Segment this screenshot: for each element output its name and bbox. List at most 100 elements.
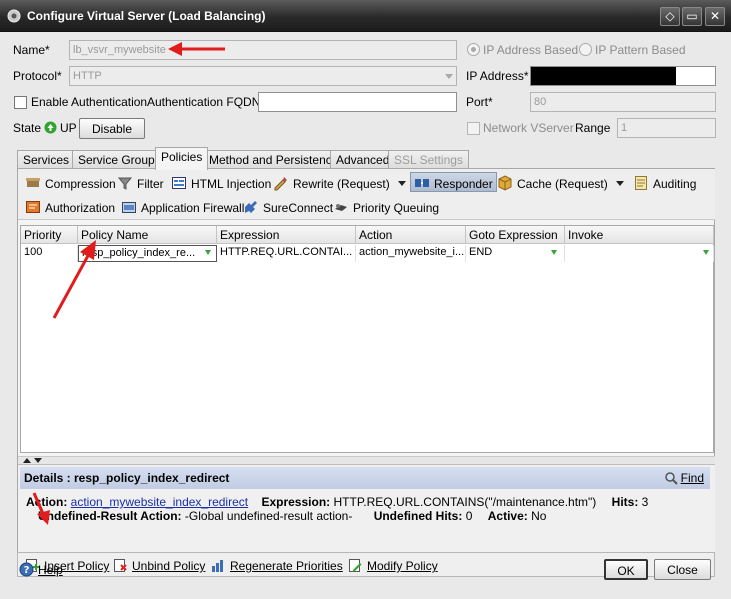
annotation-arrow-name — [168, 42, 225, 56]
filter-button[interactable]: Filter — [114, 173, 167, 193]
window-title: Configure Virtual Server (Load Balancing… — [27, 9, 266, 23]
help-link[interactable]: ? Help — [19, 562, 63, 577]
annotation-arrow-policy — [52, 240, 96, 319]
restore-icon[interactable]: ◇ — [660, 7, 680, 26]
ip-address-input[interactable] — [530, 66, 716, 86]
action-cell[interactable]: action_mywebsite_i... — [356, 245, 466, 262]
protocol-select[interactable]: HTTP — [69, 66, 457, 86]
modify-policy-button[interactable]: Modify Policy — [345, 556, 441, 576]
tab-service-groups[interactable]: Service Groups — [72, 150, 167, 169]
ip-pattern-based-label: IP Pattern Based — [595, 43, 686, 57]
expression-cell[interactable]: HTTP.REQ.URL.CONTAI... — [217, 245, 356, 262]
splitter[interactable] — [18, 456, 715, 464]
tab-policies[interactable]: Policies — [155, 147, 209, 170]
ip-address-based-radio[interactable] — [467, 43, 480, 56]
port-field[interactable]: 80 — [530, 92, 716, 112]
details-pane: Details : resp_policy_index_redirect Fin… — [18, 464, 715, 552]
authentication-fqdn-input[interactable] — [258, 92, 457, 112]
details-line-2: Undefined-Result Action: -Global undefin… — [38, 509, 546, 523]
chevron-down-icon — [615, 181, 624, 186]
rewrite-icon — [274, 177, 287, 191]
responder-button[interactable]: Responder — [410, 172, 497, 192]
tab-ssl-settings[interactable]: SSL Settings — [388, 150, 469, 169]
details-line-1: Action: action_mywebsite_index_redirect … — [26, 495, 648, 509]
rewrite-request-button[interactable]: Rewrite (Request) — [270, 173, 409, 193]
redacted-block — [531, 67, 676, 85]
network-vserver-label: Network VServer — [483, 121, 574, 135]
authorization-button[interactable]: Authorization — [22, 197, 118, 217]
search-icon — [664, 472, 678, 485]
auditing-icon — [635, 176, 647, 190]
range-field[interactable]: 1 — [617, 118, 716, 138]
invoke-cell[interactable] — [565, 245, 714, 262]
network-vserver-checkbox[interactable] — [467, 122, 480, 135]
authorization-icon — [26, 201, 40, 213]
range-label: Range — [575, 121, 611, 135]
filter-label: Filter — [137, 177, 164, 191]
responder-icon — [415, 179, 429, 187]
sureconnect-button[interactable]: SureConnect — [240, 197, 336, 217]
column-header-invoke[interactable]: Invoke — [565, 226, 714, 244]
goto-dropdown-icon[interactable] — [551, 250, 557, 255]
policy-table: Priority Policy Name Expression Action G… — [20, 225, 714, 453]
close-icon[interactable]: ✕ — [705, 7, 725, 26]
ip-pattern-based-radio[interactable] — [579, 43, 592, 56]
tab-advanced[interactable]: Advanced — [330, 150, 396, 169]
sureconnect-icon — [245, 201, 257, 213]
undefined-hits-value: 0 — [465, 509, 473, 523]
compression-button[interactable]: Compression — [22, 173, 119, 193]
expression-label: Expression: — [261, 495, 331, 509]
sureconnect-label: SureConnect — [263, 201, 334, 215]
html-injection-label: HTML Injection — [191, 177, 272, 191]
action-link[interactable]: action_mywebsite_index_redirect — [71, 495, 248, 509]
cache-request-label: Cache (Request) — [517, 177, 608, 191]
cache-request-button[interactable]: Cache (Request) — [494, 173, 627, 193]
unbind-policy-button[interactable]: Unbind Policy — [110, 556, 208, 576]
name-field[interactable]: lb_vsvr_mywebsite — [69, 40, 457, 60]
active-value: No — [531, 509, 547, 523]
undefined-hits-label: Undefined Hits: — [373, 509, 463, 523]
port-label: Port* — [466, 95, 493, 109]
tab-services[interactable]: Services — [17, 150, 76, 169]
enable-authentication-checkbox[interactable] — [14, 96, 27, 109]
priority-queuing-label: Priority Queuing — [353, 201, 440, 215]
disable-button[interactable]: Disable — [79, 118, 145, 139]
find-button[interactable]: Find — [664, 471, 704, 485]
html-injection-button[interactable]: HTML Injection — [168, 173, 274, 193]
maximize-icon[interactable]: ▭ — [682, 7, 702, 26]
compression-label: Compression — [45, 177, 116, 191]
find-label: Find — [680, 471, 704, 485]
modify-policy-label: Modify Policy — [367, 559, 438, 573]
column-header-goto-expression[interactable]: Goto Expression — [466, 226, 565, 244]
priority-queuing-button[interactable]: Priority Queuing — [330, 197, 442, 217]
state-value: UP — [60, 121, 77, 135]
close-button[interactable]: Close — [654, 559, 711, 580]
protocol-value: HTTP — [73, 70, 102, 82]
protocol-label: Protocol* — [13, 69, 62, 83]
cache-icon — [498, 175, 512, 191]
tab-method-and-persistence[interactable]: Method and Persistence — [203, 150, 345, 169]
tab-strip: Services Service Groups Policies Method … — [17, 147, 477, 170]
policy-name-dropdown-icon[interactable] — [205, 250, 211, 255]
column-header-expression[interactable]: Expression — [217, 226, 356, 244]
authorization-label: Authorization — [45, 201, 116, 215]
hits-value: 3 — [641, 495, 649, 509]
application-firewall-label: Application Firewall — [141, 201, 245, 215]
firewall-icon — [122, 202, 136, 213]
column-header-action[interactable]: Action — [356, 226, 466, 244]
policies-panel: Compression Filter HTML Injection Rewrit… — [17, 168, 715, 552]
auditing-button[interactable]: Auditing — [630, 173, 699, 193]
ip-address-label: IP Address* — [466, 69, 529, 83]
application-firewall-button[interactable]: Application Firewall — [118, 197, 247, 217]
responder-label: Responder — [434, 177, 493, 191]
regenerate-priorities-button[interactable]: Regenerate Priorities — [208, 556, 346, 576]
undefined-result-action-value: -Global undefined-result action- — [184, 509, 353, 523]
regenerate-priorities-label: Regenerate Priorities — [230, 559, 343, 573]
ok-button[interactable]: OK — [604, 559, 648, 580]
splitter-arrows-icon[interactable] — [22, 457, 44, 464]
details-header: Details : resp_policy_index_redirect Fin… — [20, 467, 710, 489]
auditing-label: Auditing — [653, 177, 697, 191]
invoke-dropdown-icon[interactable] — [703, 250, 709, 255]
chevron-down-icon — [445, 74, 453, 79]
svg-text:?: ? — [24, 565, 30, 576]
